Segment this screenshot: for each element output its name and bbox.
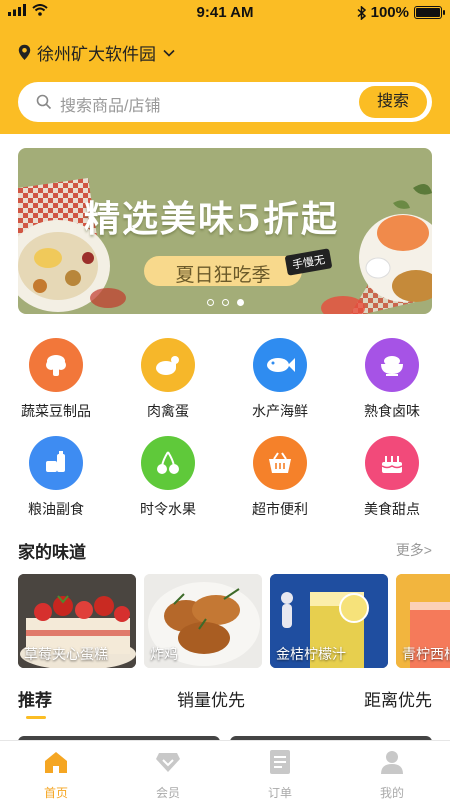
main-content[interactable]: 精选美味5折起 夏日狂吃季 手慢无 蔬菜豆制品 肉禽蛋 水产海鲜 熟食卤味 粮油… <box>0 134 450 740</box>
banner-subtitle-pill: 夏日狂吃季 <box>144 256 302 286</box>
oil-icon <box>46 451 65 472</box>
banner-subtitle: 夏日狂吃季 <box>175 265 271 286</box>
sort-tabs: 推荐 销量优先 距离优先 <box>0 686 450 726</box>
status-bar: 9:41 AM 100% <box>0 0 450 26</box>
category-icon-circle <box>365 436 419 490</box>
location-label: 徐州矿大软件园 <box>37 45 156 64</box>
category-icon-circle <box>141 338 195 392</box>
search-bar[interactable]: 搜索商品/店铺 搜索 <box>18 82 432 122</box>
tab-orders[interactable]: 订单 <box>224 749 336 800</box>
cherry-icon <box>157 451 179 474</box>
carousel-dot[interactable] <box>206 299 214 306</box>
app-header: 9:41 AM 100% 徐州矿大软件园 搜索商品/店铺 搜索 <box>0 0 450 134</box>
vegetable-icon <box>46 355 66 376</box>
card-label: 青柠西柚 <box>402 646 450 662</box>
category-label: 美食甜点 <box>364 501 420 517</box>
category-item-fruit[interactable]: 时令水果 <box>112 436 224 519</box>
tab-label: 订单 <box>267 786 292 800</box>
bowl-icon <box>381 356 403 376</box>
featured-card[interactable]: 金桔柠檬汁 <box>270 574 388 668</box>
category-icon-circle <box>29 338 83 392</box>
category-label: 熟食卤味 <box>364 403 420 419</box>
chicken-icon <box>156 356 179 375</box>
category-label: 超市便利 <box>252 501 308 517</box>
featured-cards[interactable]: 草莓夹心蛋糕 炸鸡 金桔柠檬汁 青柠西 <box>18 574 450 668</box>
category-icon-circle <box>141 436 195 490</box>
category-icon-circle <box>253 338 307 392</box>
section-more-link[interactable]: 更多> <box>396 540 432 560</box>
tab-label: 首页 <box>43 786 68 800</box>
cake-icon <box>381 456 403 473</box>
category-icon-circle <box>365 338 419 392</box>
status-right: 100% <box>357 4 445 21</box>
section-title: 家的味道 <box>18 543 86 562</box>
tab-label: 我的 <box>379 786 404 800</box>
location-selector[interactable]: 徐州矿大软件园 <box>18 40 176 65</box>
tab-home[interactable]: 首页 <box>0 749 112 800</box>
category-item-supermarket[interactable]: 超市便利 <box>224 436 336 519</box>
tab-label: 会员 <box>155 786 180 800</box>
category-item-meat[interactable]: 肉禽蛋 <box>112 338 224 421</box>
tab-profile[interactable]: 我的 <box>336 749 448 800</box>
home-icon <box>45 752 67 773</box>
battery-level <box>416 8 440 17</box>
bluetooth-icon <box>357 5 366 20</box>
carousel-dot[interactable] <box>221 299 229 306</box>
tab-active-indicator <box>26 716 46 719</box>
featured-card[interactable]: 炸鸡 <box>144 574 262 668</box>
location-pin-icon <box>18 44 31 60</box>
order-icon <box>270 750 290 774</box>
category-icon-circle <box>253 436 307 490</box>
promo-banner[interactable]: 精选美味5折起 夏日狂吃季 手慢无 <box>18 148 432 314</box>
category-item-vegetable[interactable]: 蔬菜豆制品 <box>0 338 112 421</box>
profile-icon <box>381 751 403 774</box>
category-item-seafood[interactable]: 水产海鲜 <box>224 338 336 421</box>
diamond-icon <box>156 753 180 772</box>
category-label: 水产海鲜 <box>252 403 308 419</box>
bottom-tab-bar: 首页 会员 订单 我的 <box>0 740 450 800</box>
category-item-grain-oil[interactable]: 粮油副食 <box>0 436 112 519</box>
card-label: 金桔柠檬汁 <box>276 646 346 662</box>
category-item-dessert[interactable]: 美食甜点 <box>336 436 448 519</box>
featured-card[interactable]: 草莓夹心蛋糕 <box>18 574 136 668</box>
card-label: 炸鸡 <box>150 646 178 662</box>
battery-icon <box>414 6 445 19</box>
category-icon-circle <box>29 436 83 490</box>
carousel-indicator[interactable] <box>18 299 432 306</box>
featured-card[interactable]: 青柠西柚 <box>396 574 450 668</box>
tab-sales[interactable]: 销量优先 <box>177 686 245 711</box>
search-icon <box>36 94 52 110</box>
battery-percent: 100% <box>370 4 409 21</box>
category-label: 粮油副食 <box>28 501 84 517</box>
banner-title: 精选美味5折起 <box>84 198 340 240</box>
tab-distance[interactable]: 距离优先 <box>364 686 432 711</box>
basket-icon <box>269 452 291 473</box>
category-label: 蔬菜豆制品 <box>21 403 91 419</box>
category-label: 肉禽蛋 <box>147 403 189 419</box>
category-item-deli[interactable]: 熟食卤味 <box>336 338 448 421</box>
card-label: 草莓夹心蛋糕 <box>24 646 108 662</box>
carousel-dot[interactable] <box>236 299 244 306</box>
chevron-down-icon <box>163 49 175 57</box>
search-input[interactable]: 搜索商品/店铺 <box>60 92 160 116</box>
fish-icon <box>267 358 295 372</box>
tab-recommend[interactable]: 推荐 <box>18 686 52 711</box>
tab-member[interactable]: 会员 <box>112 749 224 800</box>
category-label: 时令水果 <box>140 501 196 517</box>
search-button[interactable]: 搜索 <box>359 86 427 118</box>
